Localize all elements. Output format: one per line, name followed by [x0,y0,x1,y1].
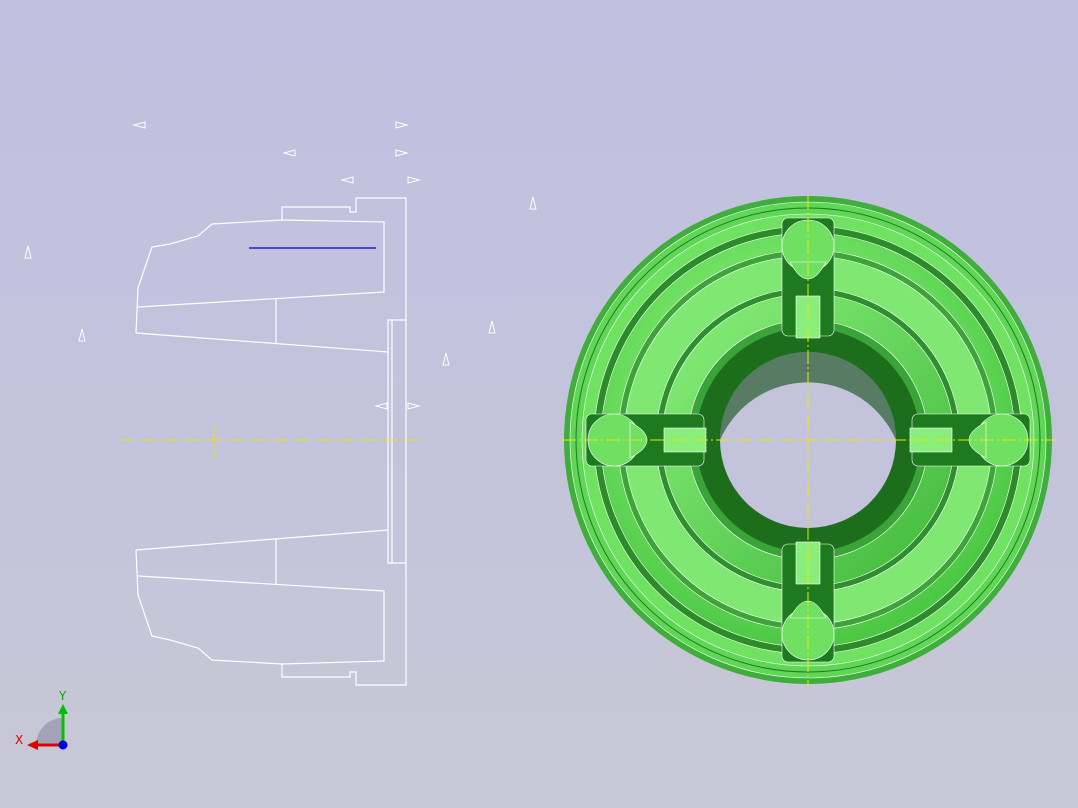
cad-graphics-viewport[interactable]: Y X [0,0,1078,808]
triad-x-arrow-icon [27,740,38,750]
coordinate-triad[interactable]: Y X [15,689,68,750]
side-section-view[interactable] [135,197,407,686]
triad-y-arrow-icon [58,704,68,714]
dimension-arrow-markers [24,121,537,410]
lower-jaw-face-bottom [137,575,385,665]
triad-x-label: X [15,733,23,747]
triad-quadrant-shading [36,718,63,745]
upper-jaw-outline [135,197,407,686]
triad-z-axis-dot [58,740,68,750]
front-view-part[interactable] [562,196,1056,686]
triad-y-label: Y [58,689,67,703]
upper-jaw-face-bottom [135,319,406,353]
upper-jaw-face-top [137,219,385,308]
cad-scene[interactable]: Y X [0,0,1078,808]
lower-jaw-face-top [135,529,406,564]
